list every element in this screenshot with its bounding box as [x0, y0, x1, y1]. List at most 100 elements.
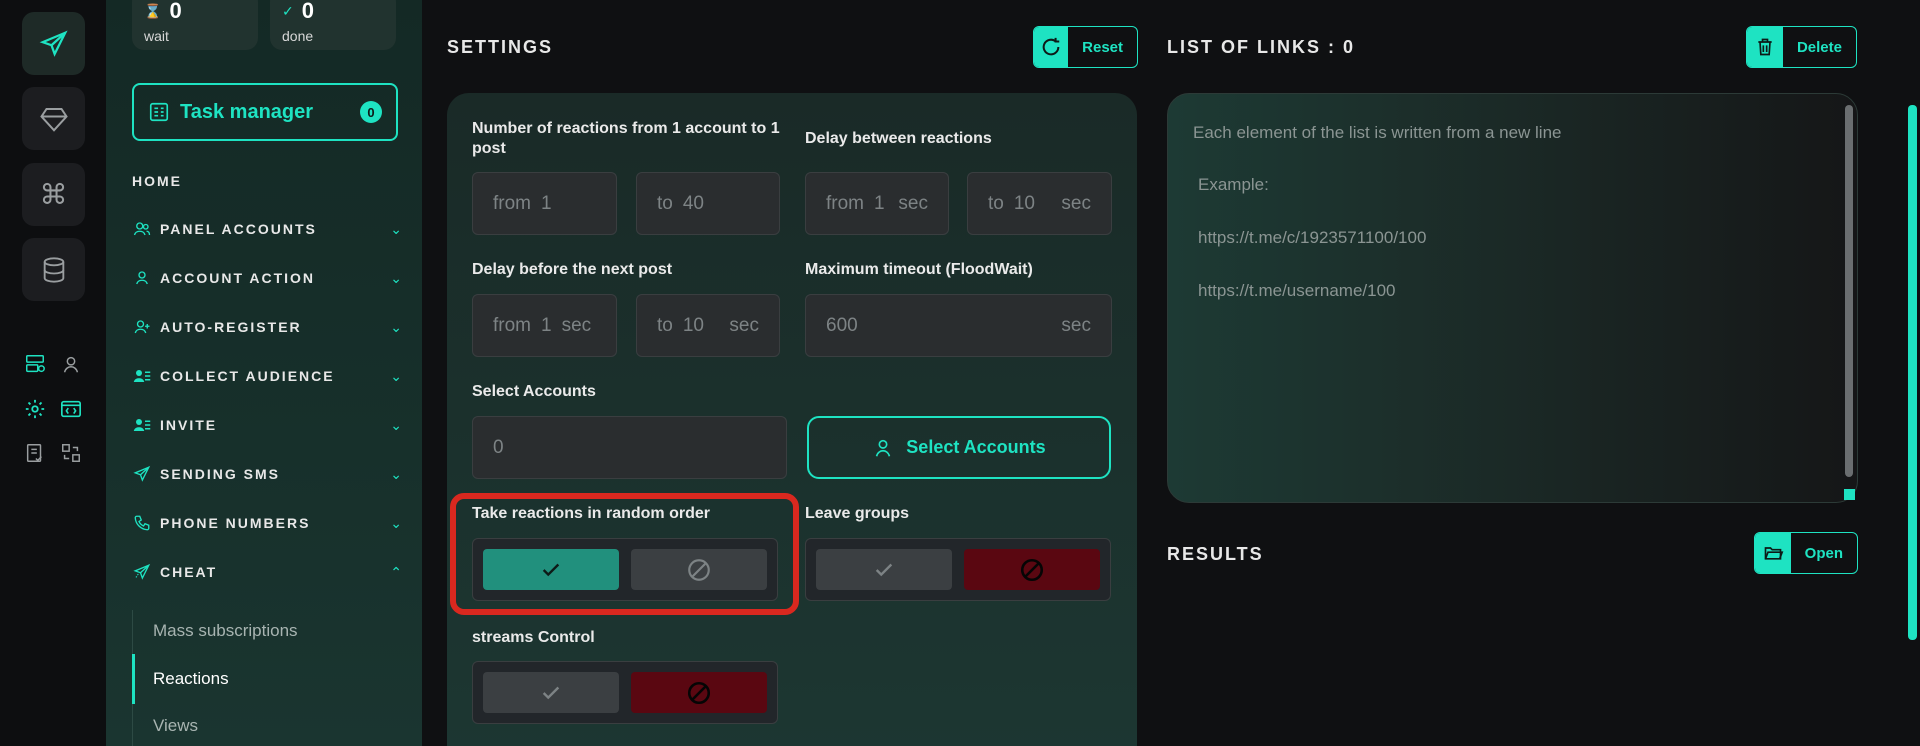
links-example-label: Example:: [1198, 175, 1269, 194]
code-window-button[interactable]: [58, 396, 84, 422]
user-plus-icon: [134, 320, 150, 334]
streams-control-yes[interactable]: [483, 672, 619, 713]
command-nav-button[interactable]: ⌘: [22, 163, 85, 226]
unit: sec: [561, 314, 592, 336]
subnav-views[interactable]: Views: [153, 716, 198, 736]
user-icon: [136, 271, 148, 285]
reactions-to-input[interactable]: to 40: [636, 172, 780, 235]
leave-groups-toggle: [805, 538, 1111, 601]
delay-next-from-input[interactable]: from 1 sec: [472, 294, 617, 357]
nav-auto-register[interactable]: AUTO-REGISTER ⌄: [132, 314, 402, 340]
prefix: to: [988, 192, 1004, 214]
active-indicator: [132, 654, 135, 704]
transfer-button[interactable]: [58, 440, 84, 466]
user-badge-button[interactable]: [58, 351, 84, 377]
chevron-down-icon: ⌄: [390, 514, 402, 531]
nav-invite[interactable]: INVITE ⌄: [132, 412, 402, 438]
textarea-scrollbar[interactable]: [1845, 105, 1853, 477]
chevron-down-icon: ⌄: [390, 269, 402, 286]
app: ⌘ ⌛ 0 wait ✓ 0 done Task manager 0 HOME …: [0, 0, 1920, 746]
leave-groups-yes[interactable]: [816, 549, 952, 590]
delay-next-to-input[interactable]: to 10 sec: [636, 294, 780, 357]
database-nav-button[interactable]: [22, 238, 85, 301]
checklist-button[interactable]: [22, 440, 48, 466]
diamond-icon: [39, 107, 68, 132]
chevron-down-icon: ⌄: [390, 416, 402, 433]
gear-icon: [25, 399, 45, 419]
streams-control-toggle: [472, 661, 778, 724]
chevron-up-icon: ⌃: [390, 563, 402, 580]
select-accounts-label: Select Accounts: [472, 383, 596, 400]
nav-collect-audience[interactable]: COLLECT AUDIENCE ⌄: [132, 363, 402, 389]
chevron-down-icon: ⌄: [390, 318, 402, 335]
links-title: LIST OF LINKS : 0: [1167, 37, 1356, 57]
delete-label: Delete: [1796, 38, 1842, 56]
user-list-icon: [133, 370, 151, 382]
user-list-icon: [133, 419, 151, 431]
delay-between-to-input[interactable]: to 10 sec: [967, 172, 1112, 235]
unit: sec: [1061, 192, 1091, 214]
prefix: to: [657, 314, 673, 336]
task-count-badge: 0: [360, 101, 382, 123]
database-icon: [43, 256, 64, 283]
delete-button[interactable]: Delete: [1746, 26, 1857, 68]
open-label: Open: [1804, 544, 1843, 562]
nav-label: ACCOUNT ACTION: [160, 270, 316, 286]
nav-home[interactable]: HOME: [132, 173, 182, 189]
open-button[interactable]: Open: [1754, 532, 1858, 574]
nav-panel-accounts[interactable]: PANEL ACCOUNTS ⌄: [132, 216, 402, 242]
settings-button[interactable]: [22, 396, 48, 422]
send-stars-icon: [133, 563, 151, 580]
unit: sec: [1061, 314, 1091, 336]
select-accounts-button[interactable]: Select Accounts: [807, 416, 1111, 479]
nav-label: COLLECT AUDIENCE: [160, 368, 335, 384]
resize-handle[interactable]: [1844, 489, 1855, 500]
prefix: from: [493, 314, 531, 336]
links-example-2: https://t.me/username/100: [1198, 281, 1396, 300]
server-settings-button[interactable]: [22, 351, 48, 377]
reset-button[interactable]: Reset: [1033, 26, 1138, 68]
task-manager-button[interactable]: Task manager 0: [132, 83, 398, 141]
delay-between-from-input[interactable]: from 1 sec: [805, 172, 949, 235]
streams-control-label: streams Control: [472, 629, 595, 646]
forbidden-icon: [687, 681, 711, 704]
task-list-icon: [149, 102, 169, 122]
reset-label: Reset: [1082, 38, 1123, 56]
folder-open-icon: [1755, 533, 1791, 573]
nav-cheat[interactable]: CHEAT ⌃: [132, 559, 402, 585]
checklist-icon: [26, 444, 42, 462]
links-example-1: https://t.me/c/1923571100/100: [1198, 228, 1427, 247]
value: 10: [682, 314, 704, 336]
reactions-from-input[interactable]: from 1: [472, 172, 617, 235]
stat-wait-label: wait: [144, 28, 169, 44]
forbidden-icon: [1020, 558, 1044, 581]
unit: sec: [898, 192, 928, 214]
highlight-box: [450, 493, 799, 615]
server-gear-icon: [26, 355, 45, 373]
selected-accounts-input[interactable]: 0: [472, 416, 787, 479]
nav-sending-sms[interactable]: SENDING SMS ⌄: [132, 461, 402, 487]
user-circle-icon: [63, 356, 79, 373]
diamond-nav-button[interactable]: [22, 87, 85, 150]
sidebar: ⌛ 0 wait ✓ 0 done Task manager 0 HOME PANE…: [106, 0, 422, 746]
icon-rail: ⌘: [0, 0, 106, 746]
subnav-mass-subscriptions[interactable]: Mass subscriptions: [153, 621, 298, 641]
nav-account-action[interactable]: ACCOUNT ACTION ⌄: [132, 265, 402, 291]
leave-groups-no[interactable]: [964, 549, 1100, 590]
check-circle-icon: ✓: [282, 2, 294, 19]
stat-done-value: 0: [301, 0, 314, 23]
nav-label: CHEAT: [160, 564, 218, 580]
nav-phone-numbers[interactable]: PHONE NUMBERS ⌄: [132, 510, 402, 536]
streams-control-no[interactable]: [631, 672, 767, 713]
page-scrollbar[interactable]: [1908, 105, 1917, 640]
nav-label: SENDING SMS: [160, 466, 281, 482]
stat-wait-value: 0: [169, 0, 182, 23]
send-icon: [133, 465, 151, 482]
leave-groups-label: Leave groups: [805, 505, 910, 522]
subnav-reactions[interactable]: Reactions: [153, 669, 229, 689]
transfer-icon: [62, 444, 80, 462]
send-nav-button[interactable]: [22, 12, 85, 75]
timeout-input[interactable]: 600 sec: [805, 294, 1112, 357]
value: 1: [541, 314, 552, 336]
stat-wait: ⌛ 0 wait: [132, 0, 258, 50]
